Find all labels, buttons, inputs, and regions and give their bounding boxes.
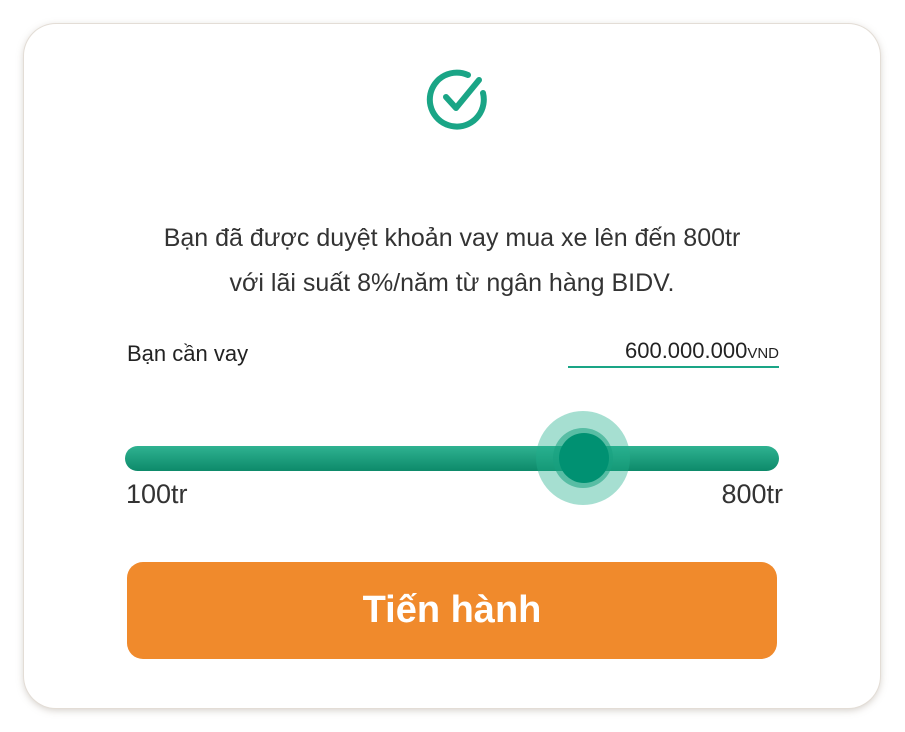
approval-message-line-2: với lãi suất 8%/năm từ ngân hàng BIDV. <box>229 269 675 297</box>
loan-amount-unit: VND <box>747 345 779 362</box>
slider-min-label: 100tr <box>126 479 188 509</box>
loan-approval-card: Bạn đã được duyệt khoản vay mua xe lên đ… <box>24 24 880 708</box>
slider-max-label: 800tr <box>721 479 783 509</box>
loan-amount-slider-thumb[interactable] <box>559 433 609 483</box>
loan-amount-slider-track[interactable] <box>125 446 779 471</box>
approval-message-line-1: Bạn đã được duyệt khoản vay mua xe lên đ… <box>163 224 741 252</box>
loan-amount-field[interactable]: 600.000.000VND <box>568 338 779 368</box>
loan-amount-value: 600.000.000 <box>624 338 748 363</box>
approval-message: Bạn đã được duyệt khoản vay mua xe lên đ… <box>84 216 820 306</box>
loan-amount-label: Bạn cần vay <box>127 341 249 366</box>
proceed-button[interactable]: Tiến hành <box>127 562 777 659</box>
check-circle-icon <box>426 69 487 130</box>
